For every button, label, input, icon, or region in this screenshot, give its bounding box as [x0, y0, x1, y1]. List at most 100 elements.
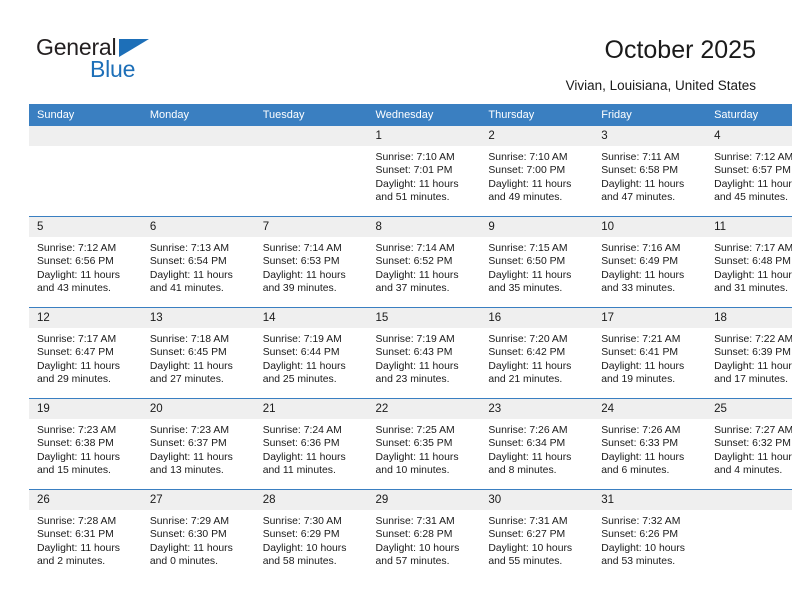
calendar-header-row: Sunday Monday Tuesday Wednesday Thursday… [29, 104, 792, 126]
calendar-day-cell[interactable]: 29 Sunrise: 7:31 AM Sunset: 6:28 PM Dayligh… [367, 489, 481, 580]
daylight-line1-text: Daylight: 10 hours [601, 542, 685, 554]
day-details: Sunrise: 7:14 AM Sunset: 6:52 PM Daylight:… [368, 237, 481, 296]
calendar-day-cell[interactable]: 9 Sunrise: 7:15 AM Sunset: 6:50 PM Daylight… [480, 216, 594, 308]
calendar-day-cell[interactable]: 21 Sunrise: 7:24 AM Sunset: 6:36 PM Dayligh… [254, 398, 368, 490]
daylight-line1-text: Daylight: 11 hours [601, 178, 685, 190]
calendar-day-cell[interactable]: 3 Sunrise: 7:11 AM Sunset: 6:58 PM Daylight… [593, 126, 707, 217]
day-details: Sunrise: 7:23 AM Sunset: 6:37 PM Daylight:… [142, 419, 255, 478]
daylight-line2-text: and 45 minutes. [714, 192, 788, 204]
daylight-line2-text: and 51 minutes. [375, 192, 450, 204]
daylight-line2-text: and 13 minutes. [149, 465, 224, 477]
daylight-line2-text: and 57 minutes. [375, 556, 450, 568]
daylight-line1-text: Daylight: 11 hours [262, 451, 346, 463]
daylight-line2-text: and 21 minutes. [488, 374, 563, 386]
daylight-line2-text: and 58 minutes. [262, 556, 337, 568]
calendar-day-cell[interactable]: 27 Sunrise: 7:29 AM Sunset: 6:30 PM Dayligh… [141, 489, 255, 580]
daylight-line2-text: and 23 minutes. [375, 374, 450, 386]
sunrise-text: Sunrise: 7:12 AM [714, 152, 792, 163]
calendar-day-cell[interactable]: 5 Sunrise: 7:12 AM Sunset: 6:56 PM Daylight… [29, 216, 142, 308]
day-number: 3 [593, 126, 707, 146]
day-details: Sunrise: 7:25 AM Sunset: 6:35 PM Daylight:… [368, 419, 481, 478]
calendar-day-cell[interactable]: 6 Sunrise: 7:13 AM Sunset: 6:54 PM Daylight… [141, 216, 255, 308]
sunrise-text: Sunrise: 7:31 AM [488, 516, 568, 527]
sunset-text: Sunset: 6:47 PM [37, 347, 114, 359]
calendar-empty-cell [254, 126, 368, 217]
sunrise-text: Sunrise: 7:13 AM [149, 243, 229, 254]
day-number: 19 [29, 399, 142, 419]
sunrise-text: Sunrise: 7:18 AM [149, 334, 229, 345]
calendar-day-cell[interactable]: 17 Sunrise: 7:21 AM Sunset: 6:41 PM Dayligh… [593, 307, 707, 399]
day-number: 2 [480, 126, 594, 146]
calendar-day-cell[interactable]: 20 Sunrise: 7:23 AM Sunset: 6:37 PM Dayligh… [141, 398, 255, 490]
calendar-day-cell[interactable]: 28 Sunrise: 7:30 AM Sunset: 6:29 PM Dayligh… [254, 489, 368, 580]
day-details: Sunrise: 7:12 AM Sunset: 6:57 PM Daylight:… [706, 146, 792, 205]
sunrise-text: Sunrise: 7:23 AM [37, 425, 117, 436]
day-details: Sunrise: 7:31 AM Sunset: 6:28 PM Daylight:… [368, 510, 481, 569]
calendar-week-row: 5 Sunrise: 7:12 AM Sunset: 6:56 PM Daylight… [29, 216, 792, 308]
daylight-line1-text: Daylight: 11 hours [149, 360, 233, 372]
general-blue-logo[interactable]: General Blue [36, 34, 236, 86]
daylight-line2-text: and 25 minutes. [262, 374, 337, 386]
day-details: Sunrise: 7:13 AM Sunset: 6:54 PM Daylight:… [142, 237, 255, 296]
day-number: 14 [254, 308, 368, 328]
daylight-line2-text: and 17 minutes. [714, 374, 788, 386]
calendar-day-cell[interactable]: 26 Sunrise: 7:28 AM Sunset: 6:31 PM Dayligh… [29, 489, 142, 580]
calendar-day-cell[interactable]: 15 Sunrise: 7:19 AM Sunset: 6:43 PM Dayligh… [367, 307, 481, 399]
calendar-page: General Blue October 2025 Vivian, Louisi… [0, 0, 792, 612]
day-number: 6 [141, 217, 255, 237]
sunrise-text: Sunrise: 7:17 AM [37, 334, 117, 345]
calendar-day-cell[interactable]: 11 Sunrise: 7:17 AM Sunset: 6:48 PM Dayligh… [706, 216, 792, 308]
daylight-line1-text: Daylight: 11 hours [149, 269, 233, 281]
daylight-line1-text: Daylight: 11 hours [262, 269, 346, 281]
calendar-day-cell[interactable]: 4 Sunrise: 7:12 AM Sunset: 6:57 PM Daylight… [706, 126, 792, 217]
triangle-icon [119, 39, 149, 57]
daylight-line1-text: Daylight: 11 hours [375, 360, 459, 372]
sunset-text: Sunset: 6:29 PM [262, 529, 340, 541]
calendar-day-cell[interactable]: 7 Sunrise: 7:14 AM Sunset: 6:53 PM Daylight… [254, 216, 368, 308]
daylight-line2-text: and 11 minutes. [262, 465, 336, 477]
daylight-line2-text: and 27 minutes. [149, 374, 224, 386]
calendar-day-cell[interactable]: 30 Sunrise: 7:31 AM Sunset: 6:27 PM Dayligh… [480, 489, 594, 580]
sunrise-text: Sunrise: 7:28 AM [37, 516, 117, 527]
daylight-line1-text: Daylight: 11 hours [714, 269, 792, 281]
sunset-text: Sunset: 6:39 PM [714, 347, 791, 359]
calendar-day-cell[interactable]: 31 Sunrise: 7:32 AM Sunset: 6:26 PM Dayligh… [593, 489, 707, 580]
daylight-line2-text: and 43 minutes. [37, 283, 111, 295]
calendar-day-cell[interactable]: 22 Sunrise: 7:25 AM Sunset: 6:35 PM Dayligh… [367, 398, 481, 490]
day-number: 20 [141, 399, 255, 419]
day-details: Sunrise: 7:26 AM Sunset: 6:33 PM Daylight:… [593, 419, 706, 478]
daylight-line2-text: and 2 minutes. [37, 556, 106, 568]
calendar-day-cell[interactable]: 2 Sunrise: 7:10 AM Sunset: 7:00 PM Daylight… [480, 126, 594, 217]
daylight-line1-text: Daylight: 11 hours [149, 542, 233, 554]
calendar-day-cell[interactable]: 25 Sunrise: 7:27 AM Sunset: 6:32 PM Dayligh… [706, 398, 792, 490]
calendar-day-cell[interactable]: 13 Sunrise: 7:18 AM Sunset: 6:45 PM Dayligh… [141, 307, 255, 399]
calendar-day-cell[interactable]: 23 Sunrise: 7:26 AM Sunset: 6:34 PM Dayligh… [480, 398, 594, 490]
sunset-text: Sunset: 6:31 PM [37, 529, 114, 541]
sunset-text: Sunset: 6:43 PM [375, 347, 453, 359]
sunset-text: Sunset: 6:52 PM [375, 256, 453, 268]
calendar-day-cell[interactable]: 16 Sunrise: 7:20 AM Sunset: 6:42 PM Dayligh… [480, 307, 594, 399]
calendar-day-cell[interactable]: 12 Sunrise: 7:17 AM Sunset: 6:47 PM Dayligh… [29, 307, 142, 399]
sunrise-text: Sunrise: 7:31 AM [375, 516, 455, 527]
sunset-text: Sunset: 6:33 PM [601, 438, 679, 450]
calendar-week-row: 12 Sunrise: 7:17 AM Sunset: 6:47 PM Dayligh… [29, 307, 792, 399]
calendar-day-cell[interactable]: 19 Sunrise: 7:23 AM Sunset: 6:38 PM Dayligh… [29, 398, 142, 490]
day-number: 30 [480, 490, 594, 510]
calendar-day-cell[interactable]: 1 Sunrise: 7:10 AM Sunset: 7:01 PM Daylight… [367, 126, 481, 217]
calendar-day-cell[interactable]: 10 Sunrise: 7:16 AM Sunset: 6:49 PM Dayligh… [593, 216, 707, 308]
calendar-day-cell[interactable]: 14 Sunrise: 7:19 AM Sunset: 6:44 PM Dayligh… [254, 307, 368, 399]
calendar-week-row: 26 Sunrise: 7:28 AM Sunset: 6:31 PM Dayligh… [29, 489, 792, 580]
daylight-line2-text: and 39 minutes. [262, 283, 337, 295]
sunrise-text: Sunrise: 7:32 AM [601, 516, 681, 527]
calendar-day-cell[interactable]: 8 Sunrise: 7:14 AM Sunset: 6:52 PM Daylight… [367, 216, 481, 308]
daylight-line2-text: and 33 minutes. [601, 283, 676, 295]
sunrise-text: Sunrise: 7:29 AM [149, 516, 229, 527]
daylight-line1-text: Daylight: 11 hours [488, 451, 572, 463]
sunrise-text: Sunrise: 7:10 AM [488, 152, 568, 163]
day-number: 10 [593, 217, 707, 237]
day-details: Sunrise: 7:10 AM Sunset: 7:01 PM Daylight:… [368, 146, 481, 205]
sunrise-text: Sunrise: 7:30 AM [262, 516, 342, 527]
sunset-text: Sunset: 6:44 PM [262, 347, 340, 359]
calendar-day-cell[interactable]: 24 Sunrise: 7:26 AM Sunset: 6:33 PM Dayligh… [593, 398, 707, 490]
calendar-day-cell[interactable]: 18 Sunrise: 7:22 AM Sunset: 6:39 PM Dayligh… [706, 307, 792, 399]
